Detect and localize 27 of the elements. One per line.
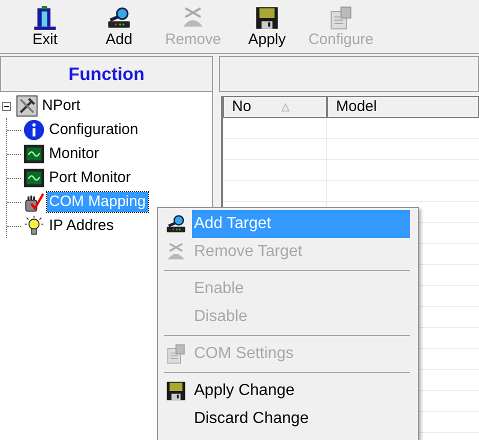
toolbar-button[interactable]: Add	[82, 5, 156, 53]
light-bulb-icon	[23, 215, 45, 237]
tools-icon	[16, 95, 38, 117]
device-search-icon	[165, 213, 187, 235]
tree-item[interactable]: Port Monitor	[47, 168, 133, 188]
tree-item[interactable]: NPort	[40, 96, 82, 116]
tree-item[interactable]: IP Addres	[47, 216, 116, 236]
door-icon	[32, 5, 58, 31]
column-header[interactable]: No	[223, 96, 327, 118]
toolbar-button[interactable]: Exit	[8, 5, 82, 53]
tree-item[interactable]: Monitor	[47, 144, 102, 164]
minus-icon	[4, 104, 9, 108]
menu-item[interactable]: Apply Change	[192, 377, 410, 405]
menu-item[interactable]: Discard Change	[192, 405, 410, 433]
monitor-icon	[23, 167, 45, 189]
settings-sheet-icon	[165, 343, 187, 365]
hand-check-icon	[23, 191, 45, 213]
sort-ascending-icon	[281, 102, 290, 112]
info-icon	[23, 119, 45, 141]
column-header[interactable]: Model	[327, 96, 479, 118]
panel-header: Function	[0, 56, 213, 92]
settings-sheet-icon	[328, 5, 354, 31]
toolbar-button[interactable]: Apply	[230, 5, 304, 53]
collapse-toggle[interactable]	[2, 102, 11, 110]
monitor-icon	[23, 143, 45, 165]
device-search-icon	[106, 5, 132, 31]
tree-item[interactable]: Configuration	[47, 120, 140, 140]
